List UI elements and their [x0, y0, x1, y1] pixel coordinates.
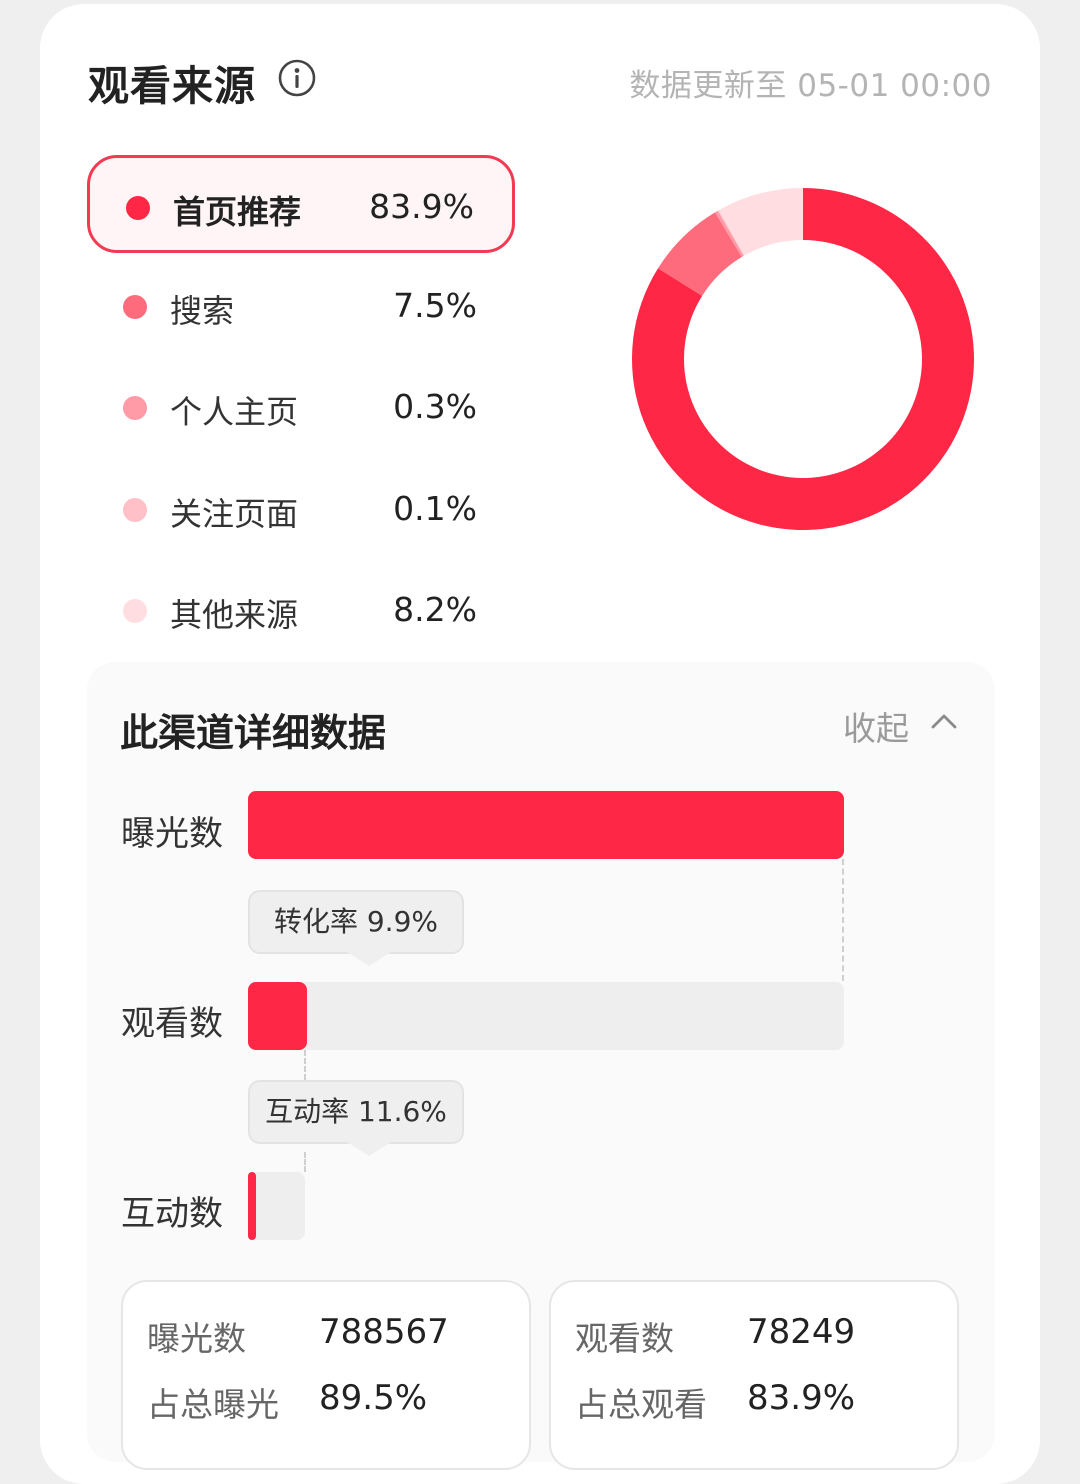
legend-label: 个人主页 — [170, 393, 299, 431]
interactions-bar — [248, 1172, 256, 1240]
donut-chart — [632, 188, 974, 530]
stat-value: 78249 — [747, 1312, 856, 1352]
interaction-rate-label: 互动率 11.6% — [265, 1095, 447, 1128]
stat-label: 占总观看 — [575, 1385, 707, 1424]
legend-value: 0.1% — [393, 489, 477, 528]
legend-dot — [123, 599, 147, 623]
stat-value: 788567 — [319, 1312, 449, 1352]
legend-value: 7.5% — [393, 286, 477, 325]
legend-dot — [123, 295, 147, 319]
stat-label: 观看数 — [575, 1319, 674, 1358]
update-timestamp: 数据更新至 05-01 00:00 — [629, 68, 992, 104]
bubble-arrow — [347, 1142, 391, 1156]
conversion-rate-label: 转化率 9.9% — [273, 905, 439, 938]
dashed-connector — [304, 1050, 306, 1080]
info-icon[interactable] — [277, 58, 317, 98]
stat-value: 89.5% — [319, 1378, 428, 1418]
interaction-rate-bubble: 互动率 11.6% — [248, 1080, 464, 1156]
legend-label: 首页推荐 — [173, 193, 302, 231]
stat-label: 占总曝光 — [147, 1385, 279, 1424]
impressions-bar — [248, 791, 844, 859]
legend-item-homepage[interactable]: 首页推荐 83.9% — [87, 155, 515, 253]
stat-card-impressions: 曝光数 788567 占总曝光 89.5% — [121, 1280, 531, 1470]
legend-item-search[interactable]: 搜索 7.5% — [87, 257, 515, 355]
legend-dot — [123, 396, 147, 420]
legend-dot — [123, 498, 147, 522]
legend-label: 其他来源 — [170, 596, 299, 634]
conversion-rate-bubble: 转化率 9.9% — [248, 890, 464, 966]
legend-dot — [126, 196, 150, 220]
legend-value: 0.3% — [393, 387, 477, 426]
collapse-label: 收起 — [843, 709, 909, 748]
row-label-interactions: 互动数 — [121, 1194, 223, 1234]
interactions-bar-track — [248, 1172, 305, 1240]
detail-title: 此渠道详细数据 — [120, 711, 387, 755]
stat-label: 曝光数 — [147, 1319, 246, 1358]
legend-value: 8.2% — [393, 590, 477, 629]
stat-card-views: 观看数 78249 占总观看 83.9% — [549, 1280, 959, 1470]
collapse-button[interactable]: 收起 — [843, 702, 957, 748]
stat-value: 83.9% — [747, 1378, 856, 1418]
legend-item-other[interactable]: 其他来源 8.2% — [87, 561, 515, 659]
page-title: 观看来源 — [88, 62, 256, 110]
row-label-views: 观看数 — [121, 1004, 223, 1044]
dashed-connector — [842, 859, 844, 981]
row-label-impressions: 曝光数 — [121, 814, 223, 854]
views-bar — [248, 982, 307, 1050]
chevron-up-icon — [931, 714, 957, 729]
legend-value: 83.9% — [369, 187, 474, 226]
legend-label: 关注页面 — [170, 495, 299, 533]
legend-item-following[interactable]: 关注页面 0.1% — [87, 460, 515, 558]
dashed-connector — [304, 1152, 306, 1172]
bubble-arrow — [347, 952, 391, 966]
legend-item-profile[interactable]: 个人主页 0.3% — [87, 358, 515, 456]
legend-label: 搜索 — [170, 292, 235, 330]
impressions-bar-track — [248, 791, 844, 859]
views-bar-track — [248, 982, 844, 1050]
